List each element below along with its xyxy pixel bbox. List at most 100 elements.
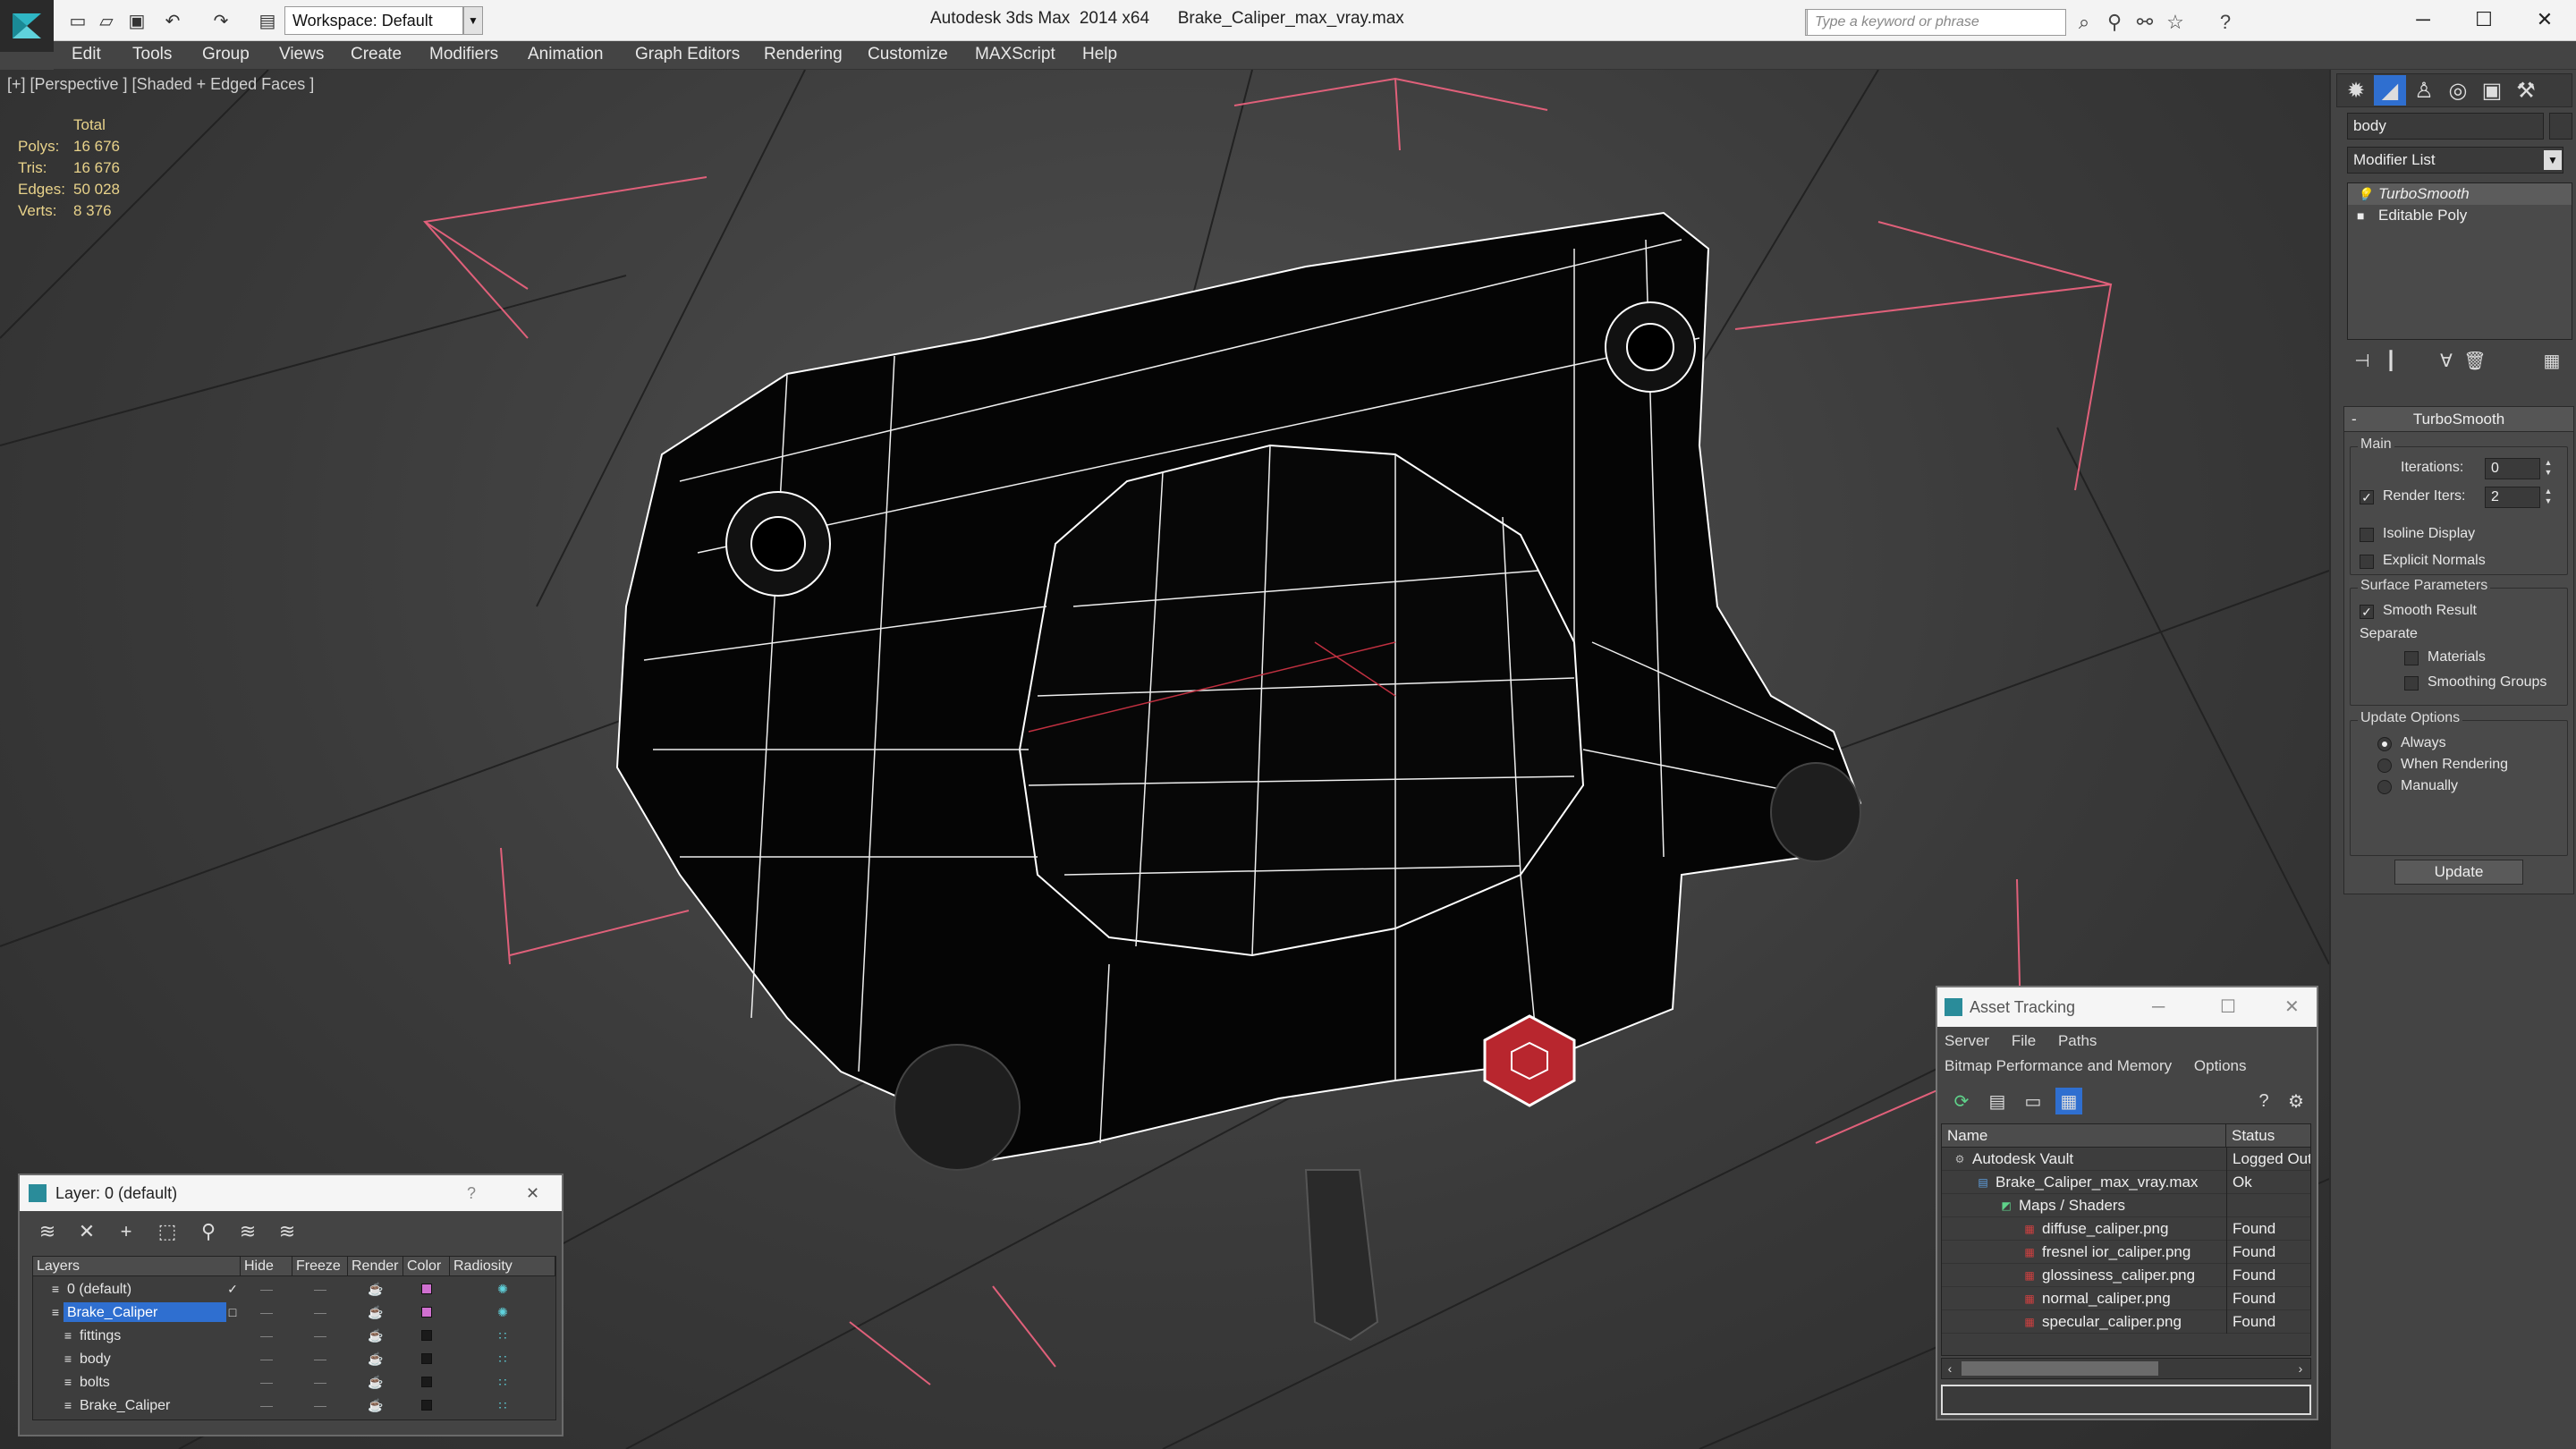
menu-animation[interactable]: Animation xyxy=(528,45,604,64)
viewport-label[interactable]: [+] [Perspective ] [Shaded + Edged Faces… xyxy=(7,75,314,94)
binoculars-icon[interactable]: ⌕ xyxy=(2072,11,2097,34)
dialog-title-bar[interactable]: Layer: 0 (default) ? ✕ xyxy=(20,1175,562,1211)
list-view-icon[interactable]: ▤ xyxy=(1984,1088,2011,1114)
render-teapot-icon[interactable]: ☕ xyxy=(353,1278,398,1300)
radiosity-icon[interactable]: ✺ xyxy=(480,1278,525,1300)
layer-row[interactable]: ≡ bolts — — ☕ ∷ xyxy=(33,1371,555,1393)
menu-file[interactable]: File xyxy=(2012,1032,2036,1049)
asset-row[interactable]: ▦ fresnel ior_caliper.png Found xyxy=(1942,1241,2310,1264)
menu-modifiers[interactable]: Modifiers xyxy=(429,45,498,64)
menu-customize[interactable]: Customize xyxy=(868,45,948,64)
render-iters-checkbox[interactable]: ✓ xyxy=(2360,490,2374,504)
current-layer-checkbox[interactable]: □ xyxy=(226,1301,239,1323)
radiosity-icon[interactable]: ∷ xyxy=(480,1371,525,1393)
hierarchy-tab-icon[interactable]: ♙ xyxy=(2408,75,2440,106)
app-menu-button[interactable] xyxy=(0,0,54,52)
layer-color-swatch[interactable] xyxy=(421,1400,432,1411)
redo-icon[interactable]: ↷ xyxy=(208,7,234,34)
asset-row[interactable]: ▤ Brake_Caliper_max_vray.max Ok xyxy=(1942,1171,2310,1194)
materials-checkbox[interactable] xyxy=(2404,651,2419,665)
lightbulb-icon[interactable]: 💡 xyxy=(2357,187,2372,201)
hide-toggle[interactable]: — xyxy=(246,1301,287,1323)
help-icon[interactable]: ? xyxy=(2213,11,2238,34)
asset-row[interactable]: ▦ diffuse_caliper.png Found xyxy=(1942,1217,2310,1241)
render-teapot-icon[interactable]: ☕ xyxy=(353,1394,398,1416)
freeze-toggle[interactable]: — xyxy=(298,1371,343,1393)
menu-paths[interactable]: Paths xyxy=(2058,1032,2097,1049)
layer-row[interactable]: ≡ body — — ☕ ∷ xyxy=(33,1348,555,1369)
motion-tab-icon[interactable]: ◎ xyxy=(2442,75,2474,106)
show-end-result-icon[interactable]: ┃ xyxy=(2377,347,2404,374)
always-radio[interactable] xyxy=(2377,737,2392,751)
highlight-layer-icon[interactable]: ⚲ xyxy=(195,1218,222,1245)
spinner-arrows-icon[interactable]: ▲ ▼ xyxy=(2542,458,2555,479)
layer-row[interactable]: ≡ Brake_Caliper — — ☕ ∷ xyxy=(33,1394,555,1416)
layer-name[interactable]: Brake_Caliper xyxy=(64,1302,226,1322)
layer-name[interactable]: Brake_Caliper xyxy=(76,1395,170,1415)
add-to-layer-icon[interactable]: + xyxy=(113,1218,140,1245)
display-tab-icon[interactable]: ▣ xyxy=(2476,75,2508,106)
menu-create[interactable]: Create xyxy=(351,45,402,64)
freeze-toggle[interactable]: — xyxy=(298,1394,343,1416)
layer-color-swatch[interactable] xyxy=(421,1377,432,1387)
layer-name[interactable]: body xyxy=(76,1349,111,1368)
render-teapot-icon[interactable]: ☕ xyxy=(353,1325,398,1346)
freeze-toggle[interactable]: — xyxy=(298,1301,343,1323)
select-objects-icon[interactable]: ⬚ xyxy=(154,1218,181,1245)
update-button[interactable]: Update xyxy=(2394,860,2523,885)
refresh-icon[interactable]: ⟳ xyxy=(1948,1088,1975,1114)
render-iters-spinner[interactable]: 2 xyxy=(2485,487,2540,508)
radiosity-icon[interactable]: ∷ xyxy=(480,1394,525,1416)
expand-plus-icon[interactable]: ■ xyxy=(2357,208,2369,223)
create-tab-icon[interactable]: ✹ xyxy=(2340,75,2372,106)
asset-row[interactable]: ▦ glossiness_caliper.png Found xyxy=(1942,1264,2310,1287)
layer-list-icon[interactable]: ≋ xyxy=(34,1218,61,1245)
menu-server[interactable]: Server xyxy=(1945,1032,1989,1049)
smoothing-groups-checkbox[interactable] xyxy=(2404,676,2419,691)
spinner-arrows-icon[interactable]: ▲ ▼ xyxy=(2542,487,2555,508)
layer-name[interactable]: fittings xyxy=(76,1326,121,1345)
horizontal-scrollbar[interactable]: ‹ › xyxy=(1941,1358,2311,1379)
project-folder-icon[interactable]: ▤ xyxy=(254,7,281,34)
minimize-icon[interactable]: ─ xyxy=(2390,0,2456,39)
menu-tools[interactable]: Tools xyxy=(132,45,172,64)
layer-row[interactable]: ≡ fittings — — ☕ ∷ xyxy=(33,1325,555,1346)
menu-group[interactable]: Group xyxy=(202,45,250,64)
radiosity-icon[interactable]: ∷ xyxy=(480,1325,525,1346)
layer-row[interactable]: ≡ 0 (default) ✓ — — ☕ ✺ xyxy=(33,1278,555,1300)
column-header[interactable]: Layers xyxy=(33,1257,241,1276)
current-layer-checkbox[interactable] xyxy=(226,1371,239,1393)
smooth-result-checkbox[interactable]: ✓ xyxy=(2360,605,2374,619)
hide-toggle[interactable]: — xyxy=(246,1348,287,1369)
save-file-icon[interactable]: ▣ xyxy=(123,7,150,34)
hide-all-layers-icon[interactable]: ≋ xyxy=(234,1218,261,1245)
layer-row[interactable]: ≡ Brake_Caliper □ — — ☕ ✺ xyxy=(33,1301,555,1323)
menu-rendering[interactable]: Rendering xyxy=(764,45,843,64)
hide-toggle[interactable]: — xyxy=(246,1278,287,1300)
object-name-field[interactable]: body xyxy=(2347,113,2544,140)
layer-color-swatch[interactable] xyxy=(421,1353,432,1364)
new-file-icon[interactable]: ▭ xyxy=(64,7,91,34)
asset-row[interactable]: ⚙ Autodesk Vault Logged Out xyxy=(1942,1148,2310,1171)
layer-name[interactable]: 0 (default) xyxy=(64,1279,131,1299)
asset-row[interactable]: ◩ Maps / Shaders xyxy=(1942,1194,2310,1217)
menu-edit[interactable]: Edit xyxy=(72,45,101,64)
iterations-spinner[interactable]: 0 xyxy=(2485,458,2540,479)
scroll-left-icon[interactable]: ‹ xyxy=(1942,1359,1958,1378)
column-header[interactable]: Hide xyxy=(241,1257,292,1276)
utilities-tab-icon[interactable]: ⚒ xyxy=(2510,75,2542,106)
column-header[interactable]: Freeze xyxy=(292,1257,348,1276)
menu-maxscript[interactable]: MAXScript xyxy=(975,45,1055,64)
column-header[interactable]: Radiosity xyxy=(450,1257,555,1276)
help-icon[interactable]: ? xyxy=(2250,1088,2277,1114)
isoline-display-checkbox[interactable] xyxy=(2360,528,2374,542)
dialog-title-bar[interactable]: Asset Tracking ─ ☐ ✕ xyxy=(1937,987,2317,1027)
radiosity-icon[interactable]: ✺ xyxy=(480,1301,525,1323)
object-color-swatch[interactable] xyxy=(2549,113,2572,140)
layer-name[interactable]: bolts xyxy=(76,1372,110,1392)
close-icon[interactable]: ✕ xyxy=(2512,0,2576,39)
open-file-icon[interactable]: ▱ xyxy=(93,7,120,34)
scrollbar-thumb[interactable] xyxy=(1962,1361,2158,1376)
menu-bitmap-performance[interactable]: Bitmap Performance and Memory xyxy=(1945,1057,2172,1074)
rollout-header[interactable]: - TurboSmooth xyxy=(2344,407,2573,432)
